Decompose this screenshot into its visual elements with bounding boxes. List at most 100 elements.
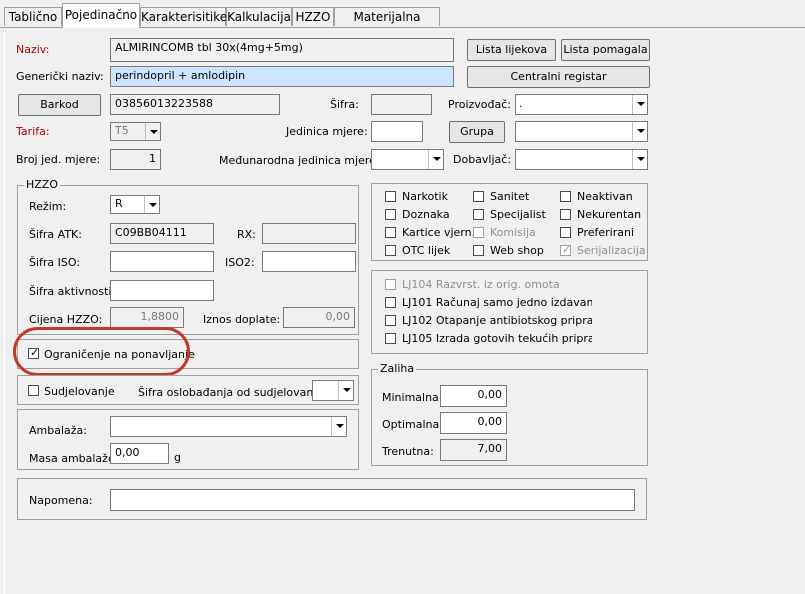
naziv-field[interactable]: ALMIRINCOMB tbl 30x(4mg+5mg): [110, 38, 454, 62]
highlight-oval: [13, 327, 190, 376]
lj104-label: LJ104 Razvrst. iz orig. omota: [402, 278, 560, 291]
lj105-label: LJ105 Izrada gotovih tekućih pripravaka: [402, 332, 592, 345]
cijena-hzzo-field[interactable]: 1,8800: [110, 307, 184, 328]
grupa-combo[interactable]: [515, 121, 648, 142]
jedinica-mjere-label: Jedinica mjere:: [286, 125, 368, 138]
flag-otc-lijek-checkbox[interactable]: [385, 245, 396, 256]
chevron-down-icon[interactable]: [632, 122, 647, 141]
flag-sanitet-label: Sanitet: [490, 190, 530, 203]
optimalna-label: Optimalna:: [382, 418, 443, 431]
proizvodjac-combo[interactable]: .: [515, 94, 648, 115]
jedinica-mjere-field[interactable]: [371, 121, 423, 142]
chevron-down-icon[interactable]: [338, 381, 353, 400]
flag-serijalizacija-label: Serijalizacija: [577, 244, 646, 257]
optimalna-field[interactable]: 0,00: [440, 412, 507, 434]
minimalna-field[interactable]: 0,00: [440, 385, 507, 407]
tarifa-value: T5: [115, 124, 129, 137]
flag-neaktivan-checkbox[interactable]: [560, 191, 571, 202]
sifra-oslobadjanja-label: Šifra oslobađanja od sudjelovanja:: [138, 386, 327, 399]
chevron-down-icon[interactable]: [144, 196, 159, 213]
sifra-atk-field[interactable]: C09BB04111: [110, 223, 214, 244]
flag-narkotik-label: Narkotik: [402, 190, 448, 203]
rezim-combo[interactable]: R: [110, 195, 160, 214]
proizvodjac-label: Proizvođač:: [448, 98, 511, 111]
sifra-field[interactable]: [371, 94, 432, 115]
chevron-down-icon[interactable]: [632, 95, 647, 114]
lj102-checkbox[interactable]: [385, 315, 396, 326]
flag-nekurentan-checkbox[interactable]: [560, 209, 571, 220]
masa-ambalaze-field[interactable]: 0,00: [110, 443, 169, 464]
flag-doznaka-checkbox[interactable]: [385, 209, 396, 220]
tarifa-combo: T5: [110, 122, 161, 141]
flag-specijalist-label: Specijalist: [490, 208, 546, 221]
chevron-down-icon[interactable]: [632, 150, 647, 169]
lj105-checkbox[interactable]: [385, 333, 396, 344]
tab-materijalna-kartica[interactable]: Materijalna kartica: [334, 7, 440, 43]
chevron-down-icon[interactable]: [428, 150, 443, 169]
masa-unit-label: g: [174, 451, 181, 464]
ambalaza-label: Ambalaža:: [29, 424, 87, 437]
dobavljac-label: Dobavljač:: [453, 153, 512, 166]
lista-lijekova-button[interactable]: Lista lijekova: [467, 39, 556, 61]
flag-komisija-label: Komisija: [490, 226, 536, 239]
lista-pomagala-button[interactable]: Lista pomagala: [561, 39, 650, 61]
trenutna-field[interactable]: 7,00: [440, 439, 507, 461]
sifra-atk-label: Šifra ATK:: [29, 228, 82, 241]
cijena-hzzo-label: Cijena HZZO:: [29, 313, 103, 326]
sifra-aktivnosti-label: Šifra aktivnosti:: [29, 285, 116, 298]
zaliha-group-title: Zaliha: [378, 362, 417, 375]
tab-hzzo[interactable]: HZZO: [292, 7, 334, 26]
tab-kalkulacija[interactable]: Kalkulacija: [226, 7, 292, 26]
ambalaza-combo[interactable]: [110, 416, 347, 437]
chevron-down-icon[interactable]: [331, 417, 346, 436]
medjunarodna-jedinica-combo[interactable]: [371, 149, 444, 170]
sifra-oslobadjanja-combo[interactable]: [312, 380, 354, 401]
barkod-field[interactable]: 03856013223588: [110, 94, 280, 115]
flag-serijalizacija-checkbox: ✓: [560, 243, 571, 256]
flag-sanitet-checkbox[interactable]: [473, 191, 484, 202]
tab-bar: Tablično Pojedinačno Karakterisitike Kal…: [0, 0, 805, 43]
lj101-checkbox[interactable]: [385, 297, 396, 308]
flag-komisija-checkbox: [473, 227, 484, 238]
broj-jed-mjere-field[interactable]: 1: [110, 149, 161, 170]
flag-preferirani-label: Preferirani: [577, 226, 634, 239]
flag-specijalist-checkbox[interactable]: [473, 209, 484, 220]
flag-doznaka-label: Doznaka: [402, 208, 450, 221]
napomena-label: Napomena:: [29, 494, 93, 507]
grupa-button[interactable]: Grupa: [449, 121, 505, 143]
sifra-label: Šifra:: [330, 98, 359, 111]
rezim-label: Režim:: [29, 200, 67, 213]
proizvodjac-value: .: [519, 97, 523, 110]
genericki-field[interactable]: perindopril + amlodipin: [110, 66, 454, 87]
tab-pojedinacno[interactable]: Pojedinačno: [62, 3, 140, 28]
broj-jed-mjere-label: Broj jed. mjere:: [16, 153, 101, 166]
dobavljac-combo[interactable]: [515, 149, 648, 170]
flag-otc-lijek-label: OTC lijek: [402, 244, 451, 257]
iso2-field[interactable]: [262, 251, 356, 272]
flag-web-shop-checkbox[interactable]: [473, 245, 484, 256]
sifra-aktivnosti-field[interactable]: [110, 280, 214, 301]
flag-nekurentan-label: Nekurentan: [577, 208, 642, 221]
flag-preferirani-checkbox[interactable]: [560, 227, 571, 238]
centralni-registar-button[interactable]: Centralni registar: [467, 66, 650, 88]
rx-field[interactable]: [262, 223, 356, 244]
flag-kartice-vjern-label: Kartice vjern.: [402, 226, 476, 239]
sifra-iso-label: Šifra ISO:: [29, 256, 81, 269]
tab-tablicno[interactable]: Tablično: [4, 7, 62, 26]
lj101-label: LJ101 Računaj samo jedno izdavanje: [402, 296, 592, 309]
flag-kartice-vjern-checkbox[interactable]: [385, 227, 396, 238]
masa-ambalaze-label: Masa ambalaže:: [29, 452, 119, 465]
trenutna-label: Trenutna:: [382, 445, 434, 458]
barkod-button[interactable]: Barkod: [18, 94, 101, 116]
flag-web-shop-label: Web shop: [490, 244, 544, 257]
chevron-down-icon: [145, 123, 160, 140]
iznos-doplate-label: Iznos doplate:: [203, 313, 281, 326]
iznos-doplate-field[interactable]: 0,00: [283, 307, 355, 328]
tab-karakteristike[interactable]: Karakterisitike: [140, 7, 227, 26]
napomena-field[interactable]: [110, 489, 635, 511]
flag-narkotik-checkbox[interactable]: [385, 191, 396, 202]
sifra-iso-field[interactable]: [110, 251, 214, 272]
sudjelovanje-checkbox[interactable]: [28, 385, 39, 396]
rezim-value: R: [115, 197, 123, 210]
genericki-label: Generički naziv:: [16, 70, 104, 83]
